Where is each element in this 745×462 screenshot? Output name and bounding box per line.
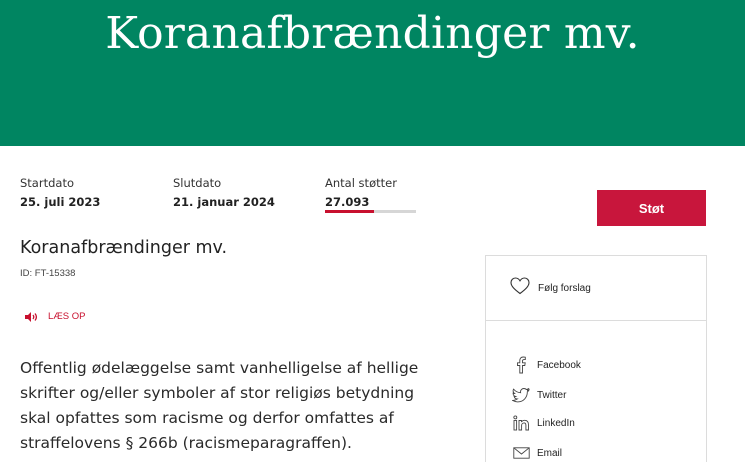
side-panel: Følg forslag Facebook Twitter LinkedIn E…: [485, 255, 707, 462]
supporter-count: Antal støtter 27.093: [325, 176, 397, 209]
share-email-label: Email: [537, 447, 563, 459]
proposal-title: Koranafbrændinger mv.: [20, 238, 228, 258]
read-aloud-button[interactable]: LÆS OP: [25, 307, 86, 326]
supporter-progress-fill: [325, 210, 375, 213]
share-linkedin[interactable]: LinkedIn: [512, 414, 575, 432]
supporter-count-value: 27.093: [325, 195, 370, 209]
share-email[interactable]: Email: [512, 444, 562, 462]
supporter-count-label: Antal støtter: [325, 176, 397, 190]
supporter-progress-bar: [325, 210, 416, 213]
facebook-icon: [512, 356, 530, 374]
heart-icon: [510, 277, 530, 299]
linkedin-icon: [512, 414, 530, 432]
proposal-body: Offentlig ødelæggelse samt vanhelligelse…: [20, 359, 419, 452]
start-date-value: 25. juli 2023: [20, 195, 101, 209]
start-date-label: Startdato: [20, 176, 74, 190]
follow-proposal-label: Følg forslag: [538, 282, 591, 294]
end-date-label: Slutdato: [173, 176, 222, 190]
share-facebook-label: Facebook: [537, 359, 581, 371]
share-linkedin-label: LinkedIn: [537, 417, 575, 429]
end-date: Slutdato 21. januar 2024: [173, 176, 275, 209]
share-facebook[interactable]: Facebook: [512, 356, 581, 374]
share-twitter[interactable]: Twitter: [512, 386, 566, 404]
follow-proposal-button[interactable]: Følg forslag: [486, 256, 706, 321]
start-date: Startdato 25. juli 2023: [20, 176, 100, 209]
twitter-icon: [512, 386, 530, 404]
share-twitter-label: Twitter: [537, 389, 567, 401]
read-aloud-label: LÆS OP: [48, 311, 86, 322]
end-date-value: 21. januar 2024: [173, 195, 275, 209]
proposal-id: ID: FT-15338: [20, 268, 76, 279]
support-button[interactable]: Støt: [597, 190, 706, 226]
email-icon: [512, 444, 530, 462]
hero-banner: Koranafbrændinger mv.: [0, 0, 745, 146]
hero-title: Koranafbrændinger mv.: [105, 8, 640, 59]
speaker-icon: [25, 307, 39, 326]
